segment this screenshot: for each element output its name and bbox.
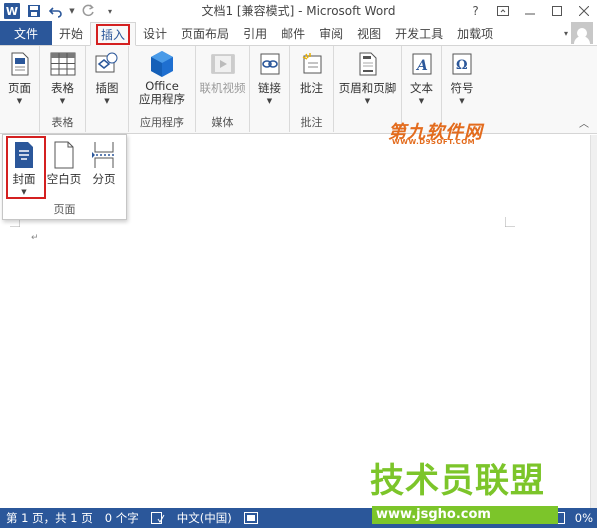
help-button[interactable]: ? xyxy=(462,0,489,22)
redo-icon[interactable] xyxy=(78,2,98,20)
tab-home[interactable]: 开始 xyxy=(52,21,90,45)
video-icon xyxy=(210,50,236,78)
text-icon: A xyxy=(409,50,435,78)
watermark-logo-bottom-sub: www.jsgho.com xyxy=(372,506,558,524)
illustration-icon xyxy=(94,50,120,78)
page-count[interactable]: 第 1 页，共 1 页 xyxy=(0,508,99,528)
tab-view[interactable]: 视图 xyxy=(350,21,388,45)
ribbon-group-pages: 页面 ▼ xyxy=(0,46,40,132)
tab-review[interactable]: 审阅 xyxy=(312,21,350,45)
page-icon xyxy=(7,50,33,78)
user-area[interactable]: ▾ xyxy=(564,21,597,45)
office-icon xyxy=(149,50,175,78)
header-footer-icon xyxy=(355,50,381,78)
illustrations-button[interactable]: 插图 ▼ xyxy=(86,46,128,116)
ribbon-group-comments: 批注 批注 xyxy=(290,46,334,132)
tab-references[interactable]: 引用 xyxy=(236,21,274,45)
user-dropdown-icon[interactable]: ▾ xyxy=(564,29,568,38)
vertical-scrollbar[interactable] xyxy=(590,135,597,508)
language[interactable]: 中文(中国) xyxy=(171,508,238,528)
proofing-icon[interactable] xyxy=(145,508,171,528)
chevron-down-icon: ▼ xyxy=(266,97,273,105)
ribbon-group-media: 联机视频 媒体 xyxy=(196,46,250,132)
link-icon xyxy=(257,50,283,78)
office-apps-label: Office 应用程序 xyxy=(139,79,185,106)
tab-developer[interactable]: 开发工具 xyxy=(388,21,450,45)
table-button[interactable]: 表格 ▼ xyxy=(40,46,85,116)
comment-button[interactable]: 批注 xyxy=(290,46,333,116)
chevron-down-icon: ▼ xyxy=(364,97,371,105)
ribbon-group-links: 链接 ▼ xyxy=(250,46,290,132)
page-break-icon xyxy=(91,141,117,169)
pages-button[interactable]: 页面 ▼ xyxy=(0,46,39,116)
ribbon-display-options-icon[interactable] xyxy=(489,0,516,22)
crop-mark-top-right xyxy=(505,217,515,227)
tab-addins[interactable]: 加载项 xyxy=(450,21,500,45)
svg-text:Ω: Ω xyxy=(456,58,468,73)
chevron-down-icon: ▼ xyxy=(59,97,66,105)
symbol-button[interactable]: Ω 符号 ▼ xyxy=(442,46,482,116)
customize-qat-icon[interactable]: ▾ xyxy=(100,2,120,20)
collapse-ribbon-icon[interactable]: ︿ xyxy=(579,115,589,130)
tab-file[interactable]: 文件 xyxy=(0,21,52,45)
chevron-down-icon: ▼ xyxy=(459,97,465,105)
watermark-logo-bottom: 技术员联盟 xyxy=(370,461,545,501)
tab-design[interactable]: 设计 xyxy=(136,21,174,45)
close-icon[interactable] xyxy=(570,0,597,22)
tab-mailings[interactable]: 邮件 xyxy=(274,21,312,45)
header-footer-button[interactable]: 页眉和页脚 ▼ xyxy=(334,46,401,116)
ribbon-group-apps: Office 应用程序 应用程序 xyxy=(129,46,196,132)
ribbon-group-illustrations: 插图 ▼ xyxy=(86,46,129,132)
save-icon[interactable] xyxy=(24,2,44,20)
table-icon xyxy=(50,50,76,78)
minimize-icon[interactable] xyxy=(516,0,543,22)
paragraph-mark: ↵ xyxy=(31,233,39,243)
chevron-down-icon: ▼ xyxy=(16,97,23,105)
macro-icon[interactable] xyxy=(238,508,264,528)
ribbon-tabs: 文件 开始 插入 设计 页面布局 引用 邮件 审阅 视图 开发工具 加载项 ▾ xyxy=(0,21,597,46)
online-video-button[interactable]: 联机视频 xyxy=(196,46,249,116)
symbol-icon: Ω xyxy=(449,50,475,78)
tab-insert-label: 插入 xyxy=(96,23,131,45)
highlight-box xyxy=(6,136,46,199)
undo-dropdown-icon[interactable]: ▼ xyxy=(68,2,76,20)
pages-dropdown-panel: 封面 ▼ 空白页 分页 页面 xyxy=(2,134,127,220)
page-break-button[interactable]: 分页 xyxy=(84,137,124,196)
quick-access-toolbar: W ▼ ▾ xyxy=(0,2,120,20)
office-apps-button[interactable]: Office 应用程序 xyxy=(129,46,195,116)
chevron-down-icon: ▼ xyxy=(418,97,425,105)
zoom-level[interactable]: 0% xyxy=(575,511,593,525)
word-count[interactable]: 0 个字 xyxy=(99,508,145,528)
window-controls: ? xyxy=(462,0,597,22)
comment-icon xyxy=(299,50,325,78)
ribbon: 页面 ▼ 表格 ▼ 表格 插图 ▼ Office 应用程序 应用程序 联机视频 … xyxy=(0,46,597,134)
title-bar: W ▼ ▾ 文档1 [兼容模式] - Microsoft Word ? xyxy=(0,0,597,22)
blank-page-button[interactable]: 空白页 xyxy=(44,137,84,196)
word-app-icon[interactable]: W xyxy=(2,2,22,20)
tab-page-layout[interactable]: 页面布局 xyxy=(174,21,236,45)
svg-text:A: A xyxy=(415,58,428,74)
watermark-logo-top-sub: WWW.D9SOFT.COM xyxy=(392,138,476,146)
tab-insert[interactable]: 插入 xyxy=(90,22,137,46)
links-button[interactable]: 链接 ▼ xyxy=(250,46,289,116)
avatar[interactable] xyxy=(571,22,593,44)
maximize-icon[interactable] xyxy=(543,0,570,22)
ribbon-group-tables: 表格 ▼ 表格 xyxy=(40,46,86,132)
text-button[interactable]: A 文本 ▼ xyxy=(402,46,441,116)
undo-icon[interactable] xyxy=(46,2,66,20)
blank-page-icon xyxy=(51,141,77,169)
chevron-down-icon: ▼ xyxy=(104,97,110,105)
